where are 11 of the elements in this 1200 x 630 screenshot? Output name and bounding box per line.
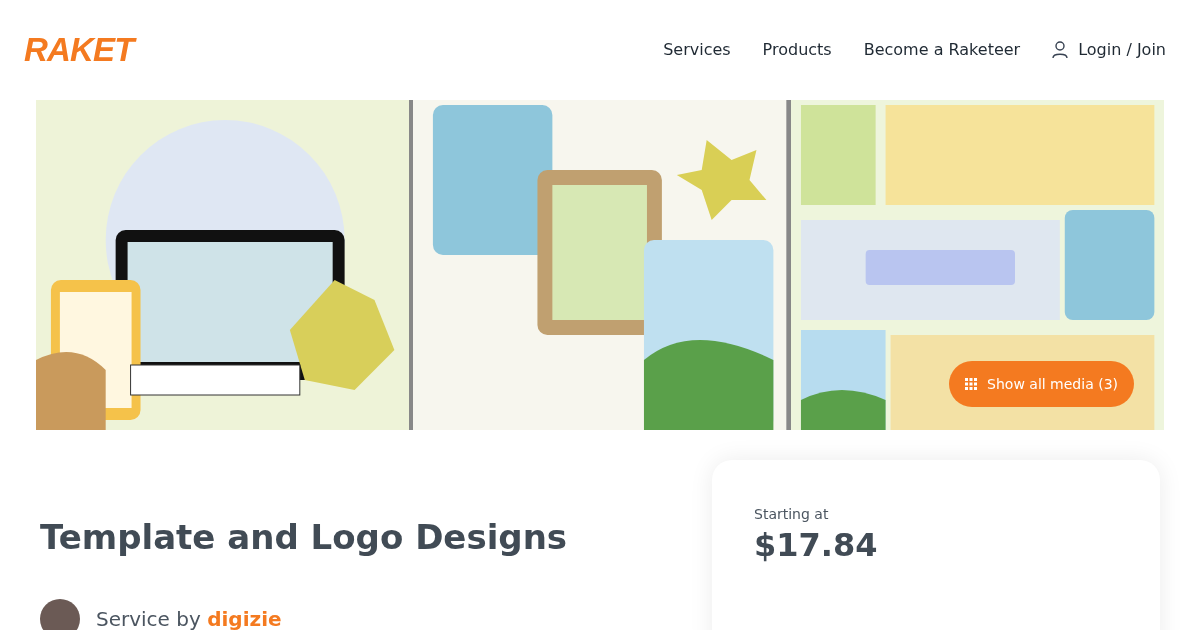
grid-icon (965, 378, 978, 390)
login-link[interactable]: Login / Join (1052, 38, 1166, 62)
seller-line: Service by digizie (96, 605, 282, 630)
nav-link[interactable]: Services (663, 38, 731, 62)
avatar (40, 598, 80, 630)
price: $17.84 (754, 525, 879, 565)
nav-link[interactable]: Become a Raketeer (863, 38, 1021, 62)
user-icon (1052, 41, 1069, 59)
service-title: Template and Logo Designs (40, 516, 568, 559)
price-label: Starting at (754, 505, 830, 524)
nav-link[interactable]: Products (762, 38, 832, 62)
